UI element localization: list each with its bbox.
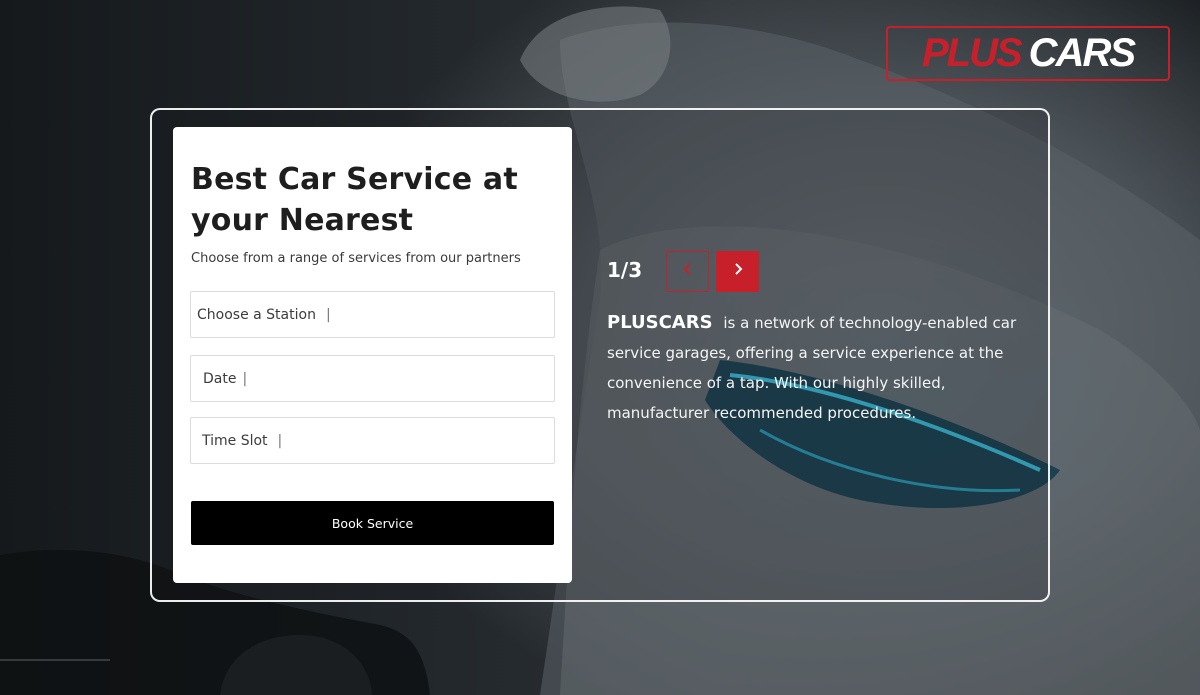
book-service-button[interactable]: Book Service bbox=[191, 501, 554, 545]
time-slot-caret: | bbox=[277, 432, 283, 449]
slide-description: PLUSCARS is a network of technology-enab… bbox=[607, 308, 1027, 428]
prev-slide-button[interactable] bbox=[666, 251, 709, 292]
booking-subtitle: Choose from a range of services from our… bbox=[191, 251, 521, 266]
station-select[interactable]: Choose a Station | bbox=[190, 291, 555, 338]
chevron-left-icon bbox=[682, 262, 694, 281]
logo-plus-text: PLUS bbox=[921, 31, 1023, 75]
date-label: Date bbox=[203, 370, 237, 387]
time-slot-field[interactable]: Time Slot | bbox=[190, 417, 555, 464]
time-slot-label: Time Slot bbox=[202, 432, 268, 449]
description-brand: PLUSCARS bbox=[607, 312, 713, 333]
booking-title: Best Car Service at your Nearest bbox=[191, 162, 518, 238]
date-caret: | bbox=[242, 370, 248, 387]
station-caret: | bbox=[325, 306, 331, 323]
plus-cars-logo[interactable]: PLUS CARS bbox=[886, 26, 1170, 81]
slide-counter: 1/3 bbox=[607, 258, 643, 282]
next-slide-button[interactable] bbox=[716, 251, 759, 292]
booking-card: Best Car Service at your Nearest Choose … bbox=[173, 127, 572, 583]
date-field[interactable]: Date | bbox=[190, 355, 555, 402]
station-label: Choose a Station bbox=[197, 306, 316, 323]
logo-cars-text: CARS bbox=[1028, 31, 1136, 75]
chevron-right-icon bbox=[732, 262, 744, 281]
